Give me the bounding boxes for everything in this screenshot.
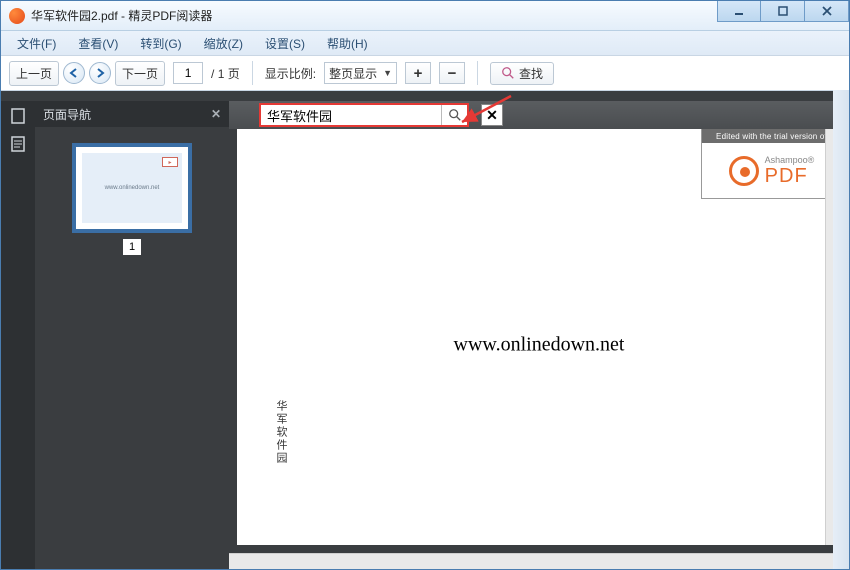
page-number-input[interactable]: [173, 62, 203, 84]
page-total-label: / 1 页: [211, 65, 240, 82]
sub-toolbar-strip: [1, 91, 849, 101]
page-area[interactable]: Edited with the trial version of Ashampo…: [229, 129, 849, 553]
window-title: 华军软件园2.pdf - 精灵PDF阅读器: [31, 7, 212, 24]
sidebar-title: 页面导航: [43, 106, 91, 123]
zoom-in-button[interactable]: +: [405, 62, 431, 84]
find-input[interactable]: [261, 105, 441, 125]
thumbnail-panel[interactable]: ▸ www.onlinedown.net 1: [35, 127, 229, 569]
sidebar: 页面导航 ✕ ▸ www.onlinedown.net 1: [35, 101, 229, 569]
zoom-label: 显示比例:: [265, 65, 316, 82]
pdf-page: Edited with the trial version of Ashampo…: [237, 129, 841, 545]
watermark-product: PDF: [765, 165, 815, 188]
prev-page-label: 上一页: [16, 65, 52, 82]
arrow-left-icon: [68, 67, 80, 79]
window-scrollbar-vertical[interactable]: [833, 90, 849, 569]
titlebar: 华军软件园2.pdf - 精灵PDF阅读器: [1, 1, 849, 31]
arrow-right-icon: [94, 67, 106, 79]
maximize-button[interactable]: [761, 1, 805, 22]
trial-watermark: Edited with the trial version of Ashampo…: [701, 129, 841, 199]
find-label: 查找: [519, 65, 543, 82]
menu-file[interactable]: 文件(F): [7, 32, 66, 55]
find-input-highlight: [259, 103, 469, 127]
thumbnail-preview: ▸ www.onlinedown.net: [82, 153, 182, 223]
close-icon: [821, 5, 833, 17]
menubar: 文件(F) 查看(V) 转到(G) 缩放(Z) 设置(S) 帮助(H): [1, 31, 849, 55]
menu-settings[interactable]: 设置(S): [255, 32, 315, 55]
menu-view[interactable]: 查看(V): [68, 32, 128, 55]
prev-page-arrow-button[interactable]: [63, 62, 85, 84]
thumbnail-page-number: 1: [123, 239, 141, 255]
prev-page-button[interactable]: 上一页: [9, 61, 59, 86]
menu-goto[interactable]: 转到(G): [130, 32, 191, 55]
thumbnail-badge-icon: ▸: [162, 157, 178, 167]
watermark-brand: Ashampoo®: [765, 155, 815, 165]
thumbnail-page-1[interactable]: ▸ www.onlinedown.net: [72, 143, 192, 233]
zoom-out-button[interactable]: −: [439, 62, 465, 84]
zoom-value: 整页显示: [329, 65, 377, 82]
document-icon: [9, 135, 27, 153]
page-scrollbar-horizontal[interactable]: [229, 553, 849, 569]
page-icon: [9, 107, 27, 125]
page-main-text: www.onlinedown.net: [454, 334, 625, 357]
viewer: ✕ Edited with the trial version of Asham…: [229, 101, 849, 569]
minimize-button[interactable]: [717, 1, 761, 22]
app-window: 华军软件园2.pdf - 精灵PDF阅读器 文件(F) 查看(V) 转到(G) …: [0, 0, 850, 570]
rail-thumbnails-button[interactable]: [9, 107, 27, 125]
search-icon: [501, 66, 515, 80]
menu-help[interactable]: 帮助(H): [317, 32, 378, 55]
zoom-select[interactable]: 整页显示 ▼: [324, 62, 397, 84]
next-page-arrow-button[interactable]: [89, 62, 111, 84]
minimize-icon: [733, 5, 745, 17]
rail-outline-button[interactable]: [9, 135, 27, 153]
app-icon: [9, 8, 25, 24]
next-page-label: 下一页: [122, 65, 158, 82]
find-close-button[interactable]: ✕: [481, 104, 503, 126]
thumbnail-text: www.onlinedown.net: [105, 185, 160, 191]
workspace: 页面导航 ✕ ▸ www.onlinedown.net 1: [1, 101, 849, 569]
left-rail: [1, 101, 35, 569]
find-bar: ✕: [229, 101, 849, 129]
find-submit-button[interactable]: [441, 105, 467, 125]
toolbar-separator: [252, 61, 253, 85]
menu-zoom[interactable]: 缩放(Z): [194, 32, 253, 55]
toolbar-separator-2: [477, 61, 478, 85]
window-controls: [717, 1, 849, 22]
next-page-button[interactable]: 下一页: [115, 61, 165, 86]
chevron-down-icon: ▼: [383, 68, 392, 78]
watermark-header: Edited with the trial version of: [702, 129, 841, 143]
toolbar: 上一页 下一页 / 1 页 显示比例: 整页显示 ▼ + − 查找: [1, 55, 849, 91]
sidebar-header: 页面导航 ✕: [35, 101, 229, 127]
page-vertical-text: 华军软件园: [273, 400, 289, 465]
ashampoo-logo-icon: [729, 156, 759, 186]
sidebar-close-button[interactable]: ✕: [211, 107, 221, 121]
find-button[interactable]: 查找: [490, 62, 554, 85]
search-icon: [448, 108, 462, 122]
maximize-icon: [777, 5, 789, 17]
close-button[interactable]: [805, 1, 849, 22]
